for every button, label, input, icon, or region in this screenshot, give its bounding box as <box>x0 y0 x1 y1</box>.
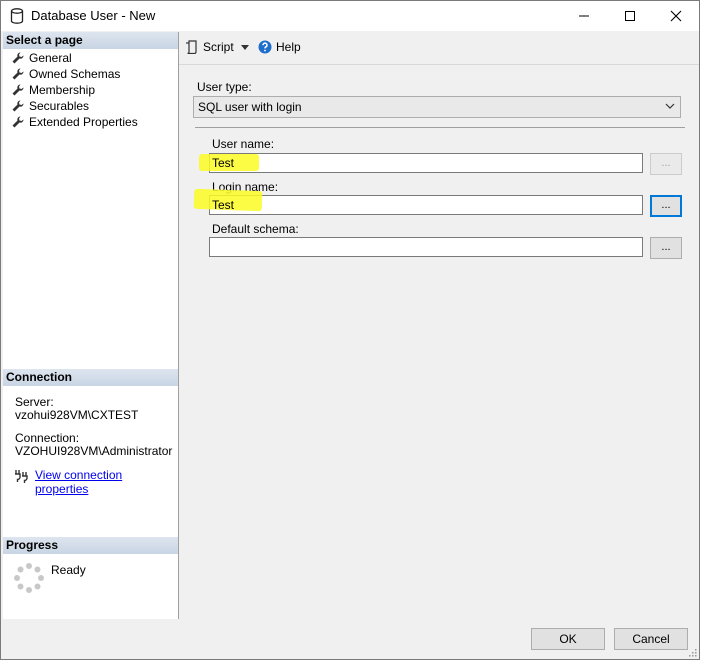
connection-header: Connection <box>3 369 178 386</box>
select-page-header: Select a page <box>3 32 178 49</box>
window-title: Database User - New <box>31 8 156 23</box>
button-bar: OK Cancel <box>1 620 699 659</box>
page-item-extended-properties[interactable]: Extended Properties <box>11 114 138 130</box>
help-label: Help <box>276 40 301 54</box>
view-connection-properties-link[interactable]: View connection properties <box>35 468 178 496</box>
divider <box>195 127 685 128</box>
toolbar: Script Help <box>179 32 699 65</box>
page-item-label: Membership <box>29 83 96 97</box>
chevron-down-icon <box>241 45 249 50</box>
chevron-down-icon <box>665 103 675 109</box>
connection-value: VZOHUI928VM\Administrator <box>15 444 173 458</box>
user-type-select[interactable]: SQL user with login <box>193 96 681 118</box>
maximize-icon <box>625 11 635 21</box>
help-button[interactable]: Help <box>258 40 301 54</box>
minimize-icon <box>579 15 589 17</box>
user-name-browse-button[interactable]: ... <box>650 153 682 175</box>
page-item-securables[interactable]: Securables <box>11 98 89 114</box>
maximize-button[interactable] <box>607 1 653 31</box>
user-type-value: SQL user with login <box>198 100 302 114</box>
wrench-icon <box>12 100 24 112</box>
close-icon <box>670 10 682 22</box>
left-pane: Select a page General Owned Schemas Memb… <box>3 32 179 619</box>
user-type-label: User type: <box>197 80 252 94</box>
user-name-input[interactable]: Test <box>209 153 643 173</box>
spinner-icon <box>14 563 44 593</box>
dialog-window: Database User - New Select a page Genera… <box>0 0 700 660</box>
user-name-label: User name: <box>212 137 275 151</box>
script-icon <box>186 40 197 54</box>
page-item-label: Securables <box>29 99 90 113</box>
page-item-label: Extended Properties <box>29 115 138 129</box>
help-icon <box>258 40 272 54</box>
progress-header: Progress <box>3 537 178 554</box>
script-label: Script <box>203 40 234 54</box>
cancel-button[interactable]: Cancel <box>614 628 688 650</box>
default-schema-label: Default schema: <box>212 222 299 236</box>
page-item-label: Owned Schemas <box>29 67 121 81</box>
page-item-owned-schemas[interactable]: Owned Schemas <box>11 66 120 82</box>
page-item-general[interactable]: General <box>11 50 72 66</box>
login-name-input[interactable]: Test <box>209 195 643 215</box>
plug-icon <box>15 470 28 483</box>
page-item-label: General <box>29 51 72 65</box>
progress-status: Ready <box>51 563 86 577</box>
wrench-icon <box>12 84 24 96</box>
general-page: User type: SQL user with login User name… <box>183 72 695 619</box>
login-name-label: Login name: <box>212 180 279 194</box>
server-value: vzohui928VM\CXTEST <box>15 408 139 422</box>
resize-grip-icon[interactable] <box>687 647 697 657</box>
wrench-icon <box>12 116 24 128</box>
minimize-button[interactable] <box>561 1 607 31</box>
connection-label: Connection: <box>15 431 80 445</box>
close-button[interactable] <box>653 1 699 31</box>
right-pane: Script Help User type: SQL user with log… <box>179 32 699 619</box>
database-icon <box>10 8 24 24</box>
script-button[interactable]: Script <box>185 40 234 54</box>
default-schema-browse-button[interactable]: ... <box>650 237 682 259</box>
ok-button[interactable]: OK <box>531 628 605 650</box>
login-name-browse-button[interactable]: ... <box>650 195 682 217</box>
title-bar: Database User - New <box>1 1 699 31</box>
page-item-membership[interactable]: Membership <box>11 82 95 98</box>
server-label: Server: <box>15 395 54 409</box>
wrench-icon <box>12 68 24 80</box>
default-schema-input[interactable] <box>209 237 643 257</box>
script-dropdown-arrow[interactable] <box>241 45 249 50</box>
wrench-icon <box>12 52 24 64</box>
